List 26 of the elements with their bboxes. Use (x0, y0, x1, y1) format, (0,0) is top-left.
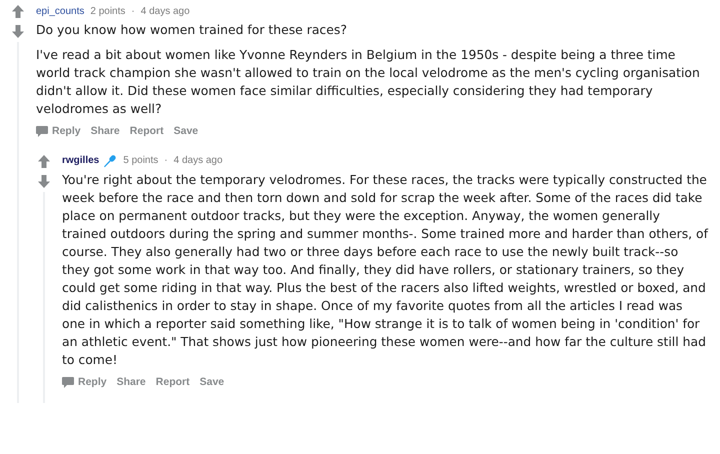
action-button[interactable]: Report (156, 374, 190, 390)
upvote-icon[interactable] (38, 154, 50, 168)
action-button[interactable]: Share (90, 124, 120, 140)
comment-icon (62, 377, 74, 388)
comment-paragraph: Do you know how women trained for these races? (36, 21, 348, 39)
separator-dot: · (164, 154, 168, 168)
action-button[interactable]: Reply (62, 374, 107, 390)
username-link[interactable]: rwgilles (62, 153, 100, 168)
action-button[interactable]: Report (130, 124, 164, 140)
comment-icon (36, 126, 48, 138)
points-label: 2 points (90, 4, 126, 18)
comment-paragraph: You're right about the temporary velodromes. For these races, the tracks were typically constructed the week before the race and then torn down and sold for scrap the week after. Some of the races did take place on permanent outdoor tracks, but they were the exception. Anyway, the women generally trained outdoors during the spring and summer months-. Some trained more and harder than others, of course. They also generally had two or three days before each race to use the newly built track--so they got some work in that way too. And finally, they did have rollers, or stationary trainers, so they could get some riding in that way. Plus the best of the racers also lifted weights, wrestled or boxed, and did calisthenics in order to stay in shape. Once of my favorite quotes from all the articles I read was one in which a reporter said something like, "How strange it is to talk of women being in 'condition' for an athletic event." That shows just how pioneering these women were--and how far the culture still had to come! (62, 170, 708, 369)
upvote-icon[interactable] (12, 5, 24, 18)
timestamp: 4 days ago (140, 4, 190, 18)
microphone-icon (103, 154, 118, 168)
timestamp: 4 days ago (174, 154, 223, 168)
comment-paragraph: I've read a bit about women like Yvonne Reynders in Belgium in the 1950s - despite being a three time world track champion she wasn't allowed to train on the local velodrome as the men's cycling organisation didn't allow it. Did these women face similar difficulties, especially considering they had temporary velodromes as well? (36, 46, 701, 118)
downvote-icon[interactable] (38, 174, 50, 188)
action-button[interactable]: Save (174, 124, 198, 140)
action-button[interactable]: Save (200, 374, 224, 390)
action-button[interactable]: Reply (36, 124, 81, 140)
downvote-icon[interactable] (12, 25, 24, 38)
points-label: 5 points (123, 154, 158, 168)
username-link[interactable]: epi_counts (36, 4, 84, 18)
action-button[interactable]: Share (116, 374, 146, 390)
separator-dot: · (131, 4, 135, 18)
